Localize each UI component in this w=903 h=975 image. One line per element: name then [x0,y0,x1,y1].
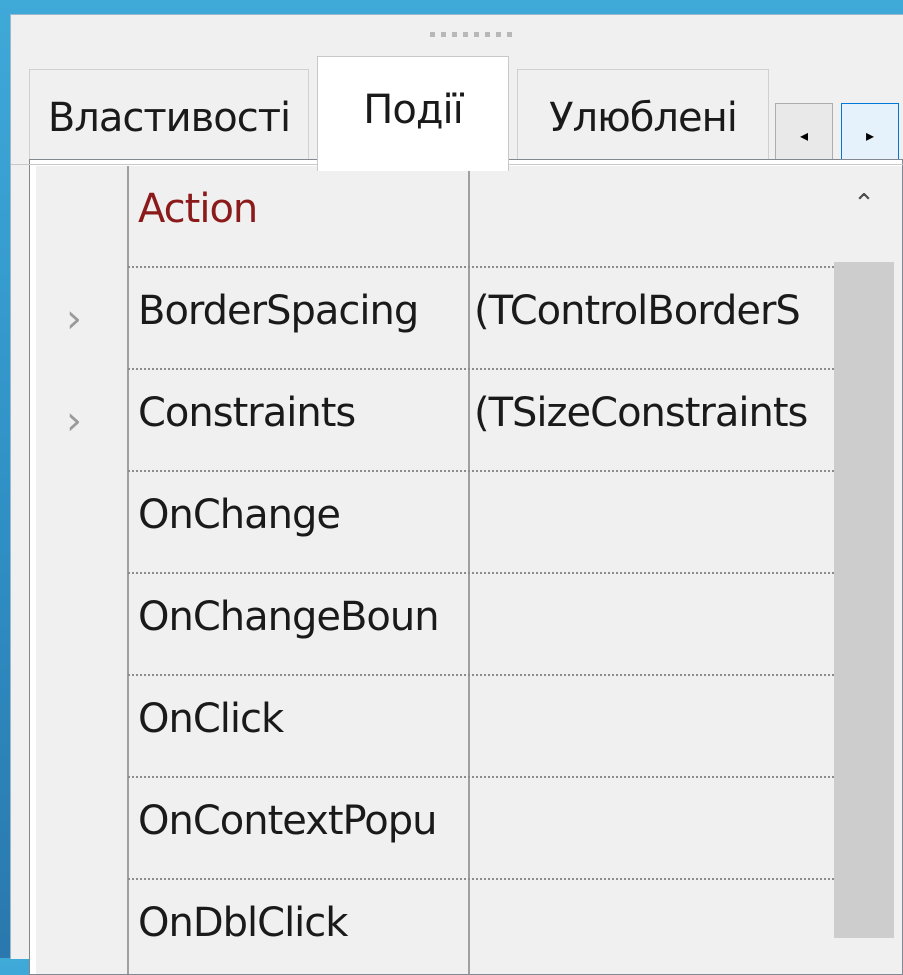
property-name: OnChange [138,492,341,538]
property-grid: Action › BorderSpacing (TControlBorderS … [36,166,902,974]
property-name: Action [138,186,258,232]
arrow-right-icon: ▸ [865,125,875,145]
grid-row-constraints[interactable]: › Constraints (TSizeConstraints [36,370,834,472]
grid-row-borderspacing[interactable]: › BorderSpacing (TControlBorderS [36,268,834,370]
grid-row-action[interactable]: Action [36,166,834,268]
tab-bar: Властивості Події Улюблені ◂ ▸ [11,51,903,171]
grid-row-oncontextpopup[interactable]: OnContextPopu [36,778,834,880]
property-name: Constraints [138,390,356,436]
chevron-up-icon: ⌃ [853,189,875,219]
grid-row-onchange[interactable]: OnChange [36,472,834,574]
property-grid-panel: Action › BorderSpacing (TControlBorderS … [29,159,903,975]
drag-grip[interactable] [409,29,533,39]
scroll-up-button[interactable]: ⌃ [844,184,884,224]
vertical-scrollbar[interactable]: ⌃ [834,166,902,974]
tab-favorites-label: Улюблені [549,94,738,141]
tab-properties[interactable]: Властивості [29,69,309,165]
property-name: OnChangeBoun [138,594,440,640]
grid-row-ondblclick[interactable]: OnDblClick [36,880,834,974]
tab-events-label: Події [363,87,463,133]
property-name: OnContextPopu [138,798,437,844]
tab-scroll-left-button[interactable]: ◂ [775,103,833,167]
scroll-thumb[interactable] [834,262,894,938]
grid-row-onchangebounds[interactable]: OnChangeBoun [36,574,834,676]
grid-row-onclick[interactable]: OnClick [36,676,834,778]
property-name: OnDblClick [138,900,348,946]
arrow-left-icon: ◂ [799,125,809,145]
tab-events[interactable]: Події [317,56,509,171]
property-name: BorderSpacing [138,288,419,334]
tab-favorites[interactable]: Улюблені [517,69,769,165]
property-value[interactable]: (TSizeConstraints [474,390,834,436]
property-value[interactable]: (TControlBorderS [474,288,834,334]
property-name: OnClick [138,696,284,742]
chevron-right-icon[interactable]: › [66,398,82,444]
object-inspector-window: Властивості Події Улюблені ◂ ▸ Action › [10,14,903,975]
tab-scroll-right-button[interactable]: ▸ [841,103,899,167]
tab-properties-label: Властивості [47,94,291,141]
chevron-right-icon[interactable]: › [66,296,82,342]
